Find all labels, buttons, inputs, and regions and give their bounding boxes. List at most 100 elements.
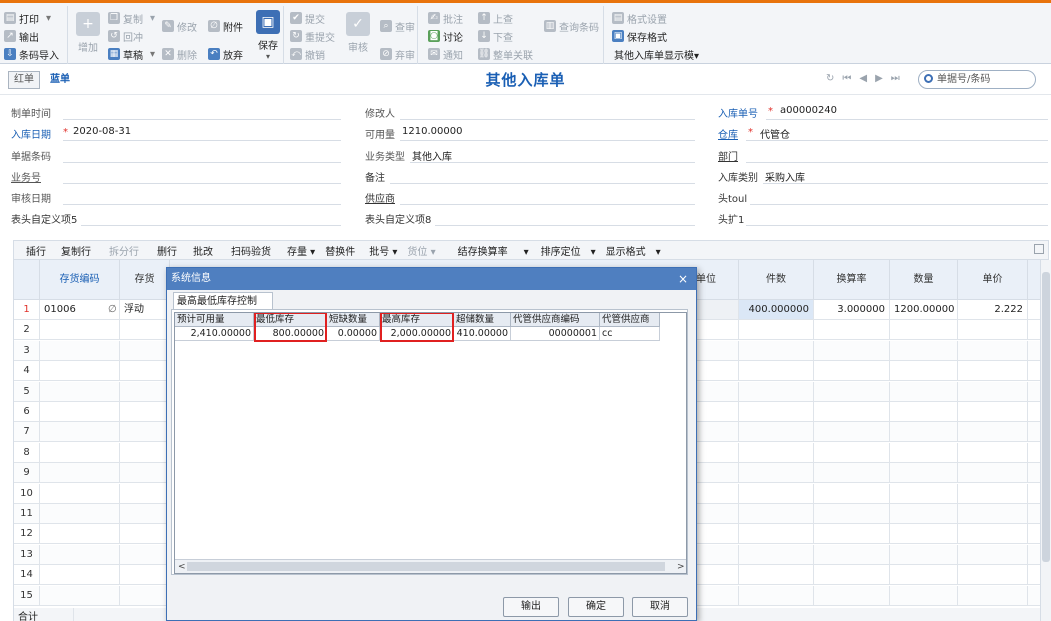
in-date-field[interactable]: 入库日期 * 2020-08-31 — [11, 123, 341, 141]
warehouse-field[interactable]: 仓库 * 代管仓 — [718, 123, 1048, 141]
location-menu[interactable]: 货位 ▾ — [407, 243, 435, 258]
grid-cell[interactable] — [120, 320, 170, 341]
grid-cell[interactable] — [814, 463, 890, 484]
grid-cell[interactable] — [958, 463, 1028, 484]
grid-cell[interactable] — [958, 381, 1028, 402]
output-button-dialog[interactable]: 输出 — [503, 597, 559, 617]
scroll-left-icon[interactable]: < — [178, 560, 186, 573]
display-format-menu[interactable]: 显示格式 ▾ — [606, 243, 661, 258]
inner-cell[interactable]: 410.00000 — [454, 327, 511, 341]
grid-cell[interactable] — [120, 524, 170, 545]
grid-cell[interactable] — [890, 463, 958, 484]
grid-cell[interactable] — [120, 422, 170, 443]
col-header-name[interactable]: 存货 — [120, 260, 170, 300]
grid-cell[interactable] — [814, 320, 890, 341]
grid-cell[interactable] — [120, 544, 170, 565]
grid-cell[interactable] — [890, 361, 958, 382]
grid-cell[interactable] — [40, 381, 120, 402]
annotate-button[interactable]: ✍ 批注 — [428, 10, 463, 26]
first-record-icon[interactable]: ⏮ — [842, 73, 851, 84]
grid-cell[interactable] — [40, 483, 120, 504]
grid-cell[interactable] — [739, 361, 814, 382]
grid-cell[interactable] — [40, 585, 120, 606]
grid-cell[interactable] — [890, 422, 958, 443]
toul-field[interactable]: 头toul — [718, 187, 1048, 205]
abandon-button[interactable]: ↶ 放弃 — [208, 46, 243, 62]
grid-cell[interactable] — [958, 565, 1028, 586]
batch-modify-button[interactable]: 批改 — [193, 243, 213, 258]
next-record-icon[interactable]: ▶ — [875, 73, 883, 84]
grid-cell[interactable] — [40, 544, 120, 565]
grid-cell[interactable] — [814, 544, 890, 565]
cell-price[interactable]: 2.222 — [958, 300, 1028, 320]
in-category-field[interactable]: 入库类别 采购入库 — [718, 166, 1048, 184]
grid-cell[interactable] — [40, 320, 120, 341]
dept-field[interactable]: 部门 — [718, 145, 1048, 163]
output-button[interactable]: ↗ 输出 — [4, 28, 39, 44]
grid-settings-icon[interactable] — [1034, 244, 1044, 254]
grid-cell[interactable] — [739, 422, 814, 443]
grid-cell[interactable] — [120, 381, 170, 402]
prev-record-icon[interactable]: ◀ — [859, 73, 867, 84]
grid-cell[interactable] — [120, 483, 170, 504]
grid-cell[interactable] — [739, 585, 814, 606]
prev-query-button[interactable]: ↑ 上查 — [478, 10, 513, 26]
inner-col-header[interactable]: 超储数量 — [454, 313, 511, 327]
grid-cell[interactable] — [120, 585, 170, 606]
grid-cell[interactable] — [958, 402, 1028, 422]
ok-button[interactable]: 确定 — [568, 597, 624, 617]
grid-vertical-scrollbar[interactable] — [1040, 260, 1051, 621]
modifier-field[interactable]: 修改人 — [365, 102, 695, 120]
grid-cell[interactable] — [120, 361, 170, 382]
doc-search-input[interactable]: 单据号/条码 — [918, 70, 1036, 89]
inner-cell[interactable]: cc — [600, 327, 660, 341]
grid-cell[interactable] — [40, 463, 120, 484]
grid-cell[interactable] — [40, 422, 120, 443]
in-no-field[interactable]: 入库单号 * a00000240 — [718, 102, 1048, 120]
grid-cell[interactable] — [958, 422, 1028, 443]
submit-button[interactable]: ✔ 提交 — [290, 10, 325, 26]
doc-barcode-field[interactable]: 单据条码 — [11, 145, 341, 163]
grid-cell[interactable] — [958, 442, 1028, 463]
batch-no-menu[interactable]: 批号 ▾ — [369, 243, 397, 258]
whole-link-button[interactable]: ⛓ 整单关联 — [478, 46, 533, 62]
cell-qty[interactable]: 1200.00000 — [890, 300, 958, 320]
cell-name[interactable]: 浮动 — [120, 300, 170, 320]
grid-cell[interactable] — [958, 340, 1028, 361]
grid-cell[interactable] — [120, 340, 170, 361]
grid-cell[interactable] — [958, 483, 1028, 504]
grid-cell[interactable] — [739, 504, 814, 524]
withdraw-button[interactable]: ⤺ 撤销 — [290, 46, 325, 62]
inner-cell[interactable]: 00000001 — [511, 327, 600, 341]
biz-type-field[interactable]: 业务类型 其他入库 — [365, 145, 695, 163]
grid-cell[interactable] — [739, 463, 814, 484]
create-time-field[interactable]: 制单时间 — [11, 102, 341, 120]
inner-col-header[interactable]: 代管供应商编码 — [511, 313, 600, 327]
cell-pieces[interactable]: 400.000000 — [739, 300, 814, 320]
grid-cell[interactable] — [120, 402, 170, 422]
grid-cell[interactable] — [739, 524, 814, 545]
grid-cell[interactable] — [814, 565, 890, 586]
review-button[interactable]: ✓ 审核 — [346, 12, 370, 54]
display-template-select[interactable]: 其他入库单显示模▾ — [614, 46, 699, 62]
grid-cell[interactable] — [739, 442, 814, 463]
cancel-button[interactable]: 取消 — [632, 597, 688, 617]
copy-button[interactable]: ❐ 复制 ▾ — [108, 10, 155, 26]
grid-cell[interactable] — [890, 565, 958, 586]
save-button[interactable]: ▣ 保存 ▾ — [256, 10, 280, 61]
draft-button[interactable]: ▦ 草稿 ▾ — [108, 46, 155, 62]
print-button[interactable]: ▤ 打印 ▾ — [4, 10, 51, 26]
custom5-field[interactable]: 表头自定义项5 — [11, 208, 341, 226]
grid-cell[interactable] — [890, 483, 958, 504]
grid-cell[interactable] — [814, 402, 890, 422]
discard-review-button[interactable]: ⊘ 弃审 — [380, 46, 415, 62]
grid-cell[interactable] — [890, 585, 958, 606]
grid-cell[interactable] — [814, 422, 890, 443]
grid-cell[interactable] — [814, 340, 890, 361]
scroll-right-icon[interactable]: > — [677, 560, 685, 573]
available-qty-field[interactable]: 可用量 1210.00000 — [365, 123, 695, 141]
grid-cell[interactable] — [890, 442, 958, 463]
grid-cell[interactable] — [814, 442, 890, 463]
view-review-button[interactable]: ⌕ 查审 — [380, 18, 415, 34]
grid-cell[interactable] — [890, 320, 958, 341]
